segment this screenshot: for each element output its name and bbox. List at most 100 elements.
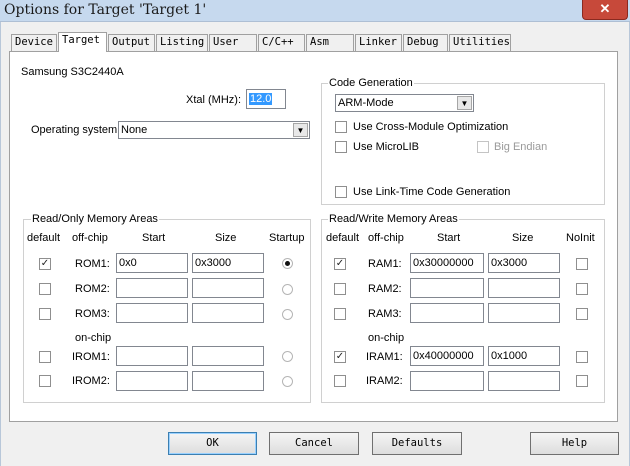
rom2-size-input[interactable] [192,278,264,298]
rom3-startup-radio[interactable] [282,309,293,320]
ram1-start-input[interactable]: 0x30000000 [410,253,484,273]
os-select-value: None [121,124,148,136]
close-button[interactable]: ✕ [582,0,628,20]
ram-header-start: Start [437,232,461,244]
ram-header-noinit: NoInit [566,232,595,244]
tab-user[interactable]: User [209,34,257,51]
iram1-start-input[interactable]: 0x40000000 [410,346,484,366]
iram2-label: IRAM2: [366,375,403,387]
tab-utilities[interactable]: Utilities [449,34,511,51]
rom3-default-checkbox[interactable] [39,308,51,320]
iram1-size-input[interactable]: 0x1000 [488,346,560,366]
tab-linker[interactable]: Linker [355,34,402,51]
big-endian-label: Big Endian [494,141,548,153]
tab-debug[interactable]: Debug [403,34,448,51]
ok-button[interactable]: OK [168,432,257,455]
rom-header-size: Size [215,232,237,244]
arm-mode-select[interactable]: ARM-Mode ▼ [335,94,474,112]
irom1-size-input[interactable] [192,346,264,366]
link-time-checkbox[interactable] [335,186,347,198]
arm-mode-value: ARM-Mode [338,97,394,109]
rom1-size-input[interactable]: 0x3000 [192,253,264,273]
irom2-startup-radio[interactable] [282,376,293,387]
rom-header-default: default [27,232,61,244]
ram2-size-input[interactable] [488,278,560,298]
chevron-down-icon: ▼ [457,96,472,110]
microlib-checkbox[interactable] [335,141,347,153]
tab-output[interactable]: Output [108,34,155,51]
ram-onchip-label: on-chip [368,332,405,344]
irom2-start-input[interactable] [116,371,188,391]
ram3-size-input[interactable] [488,303,560,323]
ram-header-offchip: off-chip [368,232,404,244]
irom1-start-input[interactable] [116,346,188,366]
ram3-default-checkbox[interactable] [334,308,346,320]
rom-header-startup: Startup [269,232,305,244]
link-time-label: Use Link-Time Code Generation [353,186,511,198]
tab-c-cpp[interactable]: C/C++ [258,34,305,51]
rom1-default-checkbox[interactable]: ✓ [39,258,51,270]
rom1-startup-radio[interactable] [282,258,293,269]
ram-areas-title: Read/Write Memory Areas [328,213,459,225]
tab-device[interactable]: Device [11,34,57,51]
irom1-default-checkbox[interactable] [39,351,51,363]
defaults-button[interactable]: Defaults [372,432,462,455]
rom-header-start: Start [142,232,166,244]
ram3-label: RAM3: [368,308,402,320]
iram1-noinit-checkbox[interactable] [576,351,588,363]
code-generation-title: Code Generation [328,77,414,89]
ram1-size-input[interactable]: 0x3000 [488,253,560,273]
ram1-label: RAM1: [368,258,402,270]
microlib-label: Use MicroLIB [353,141,420,153]
ram-header-default: default [326,232,360,244]
ram2-label: RAM2: [368,283,402,295]
big-endian-checkbox[interactable] [477,141,489,153]
iram2-size-input[interactable] [488,371,560,391]
ram2-start-input[interactable] [410,278,484,298]
tab-listing[interactable]: Listing [156,34,208,51]
rom2-startup-radio[interactable] [282,284,293,295]
iram2-start-input[interactable] [410,371,484,391]
cross-module-checkbox[interactable] [335,121,347,133]
iram2-noinit-checkbox[interactable] [576,375,588,387]
rom1-start-input[interactable]: 0x0 [116,253,188,273]
rom3-size-input[interactable] [192,303,264,323]
rom-header-offchip: off-chip [72,232,108,244]
rom2-default-checkbox[interactable] [39,283,51,295]
rom1-label: ROM1: [75,258,110,270]
radio-selected-dot [285,261,290,266]
tab-target[interactable]: Target [58,32,107,52]
xtal-label: Xtal (MHz): [186,94,241,106]
cross-module-label: Use Cross-Module Optimization [353,121,509,133]
ram2-default-checkbox[interactable] [334,283,346,295]
rom2-label: ROM2: [75,283,110,295]
iram1-label: IRAM1: [366,351,403,363]
ram2-noinit-checkbox[interactable] [576,283,588,295]
cancel-button[interactable]: Cancel [269,432,359,455]
tab-asm[interactable]: Asm [306,34,354,51]
xtal-input[interactable]: 12.0 [246,89,286,109]
ram1-noinit-checkbox[interactable] [576,258,588,270]
irom1-startup-radio[interactable] [282,351,293,362]
iram1-default-checkbox[interactable]: ✓ [334,351,346,363]
window-title: Options for Target 'Target 1' [4,2,207,18]
rom-onchip-label: on-chip [75,332,112,344]
os-select[interactable]: None ▼ [118,121,310,139]
rom-areas-title: Read/Only Memory Areas [31,213,159,225]
device-name: Samsung S3C2440A [21,66,124,78]
ram3-noinit-checkbox[interactable] [576,308,588,320]
ram-header-size: Size [512,232,534,244]
irom1-label: IROM1: [72,351,110,363]
os-label: Operating system: [31,124,121,136]
ram1-default-checkbox[interactable]: ✓ [334,258,346,270]
irom2-default-checkbox[interactable] [39,375,51,387]
irom2-size-input[interactable] [192,371,264,391]
rom2-start-input[interactable] [116,278,188,298]
irom2-label: IROM2: [72,375,110,387]
chevron-down-icon: ▼ [293,123,308,137]
iram2-default-checkbox[interactable] [334,375,346,387]
help-button[interactable]: Help [530,432,619,455]
rom3-start-input[interactable] [116,303,188,323]
rom3-label: ROM3: [75,308,110,320]
ram3-start-input[interactable] [410,303,484,323]
